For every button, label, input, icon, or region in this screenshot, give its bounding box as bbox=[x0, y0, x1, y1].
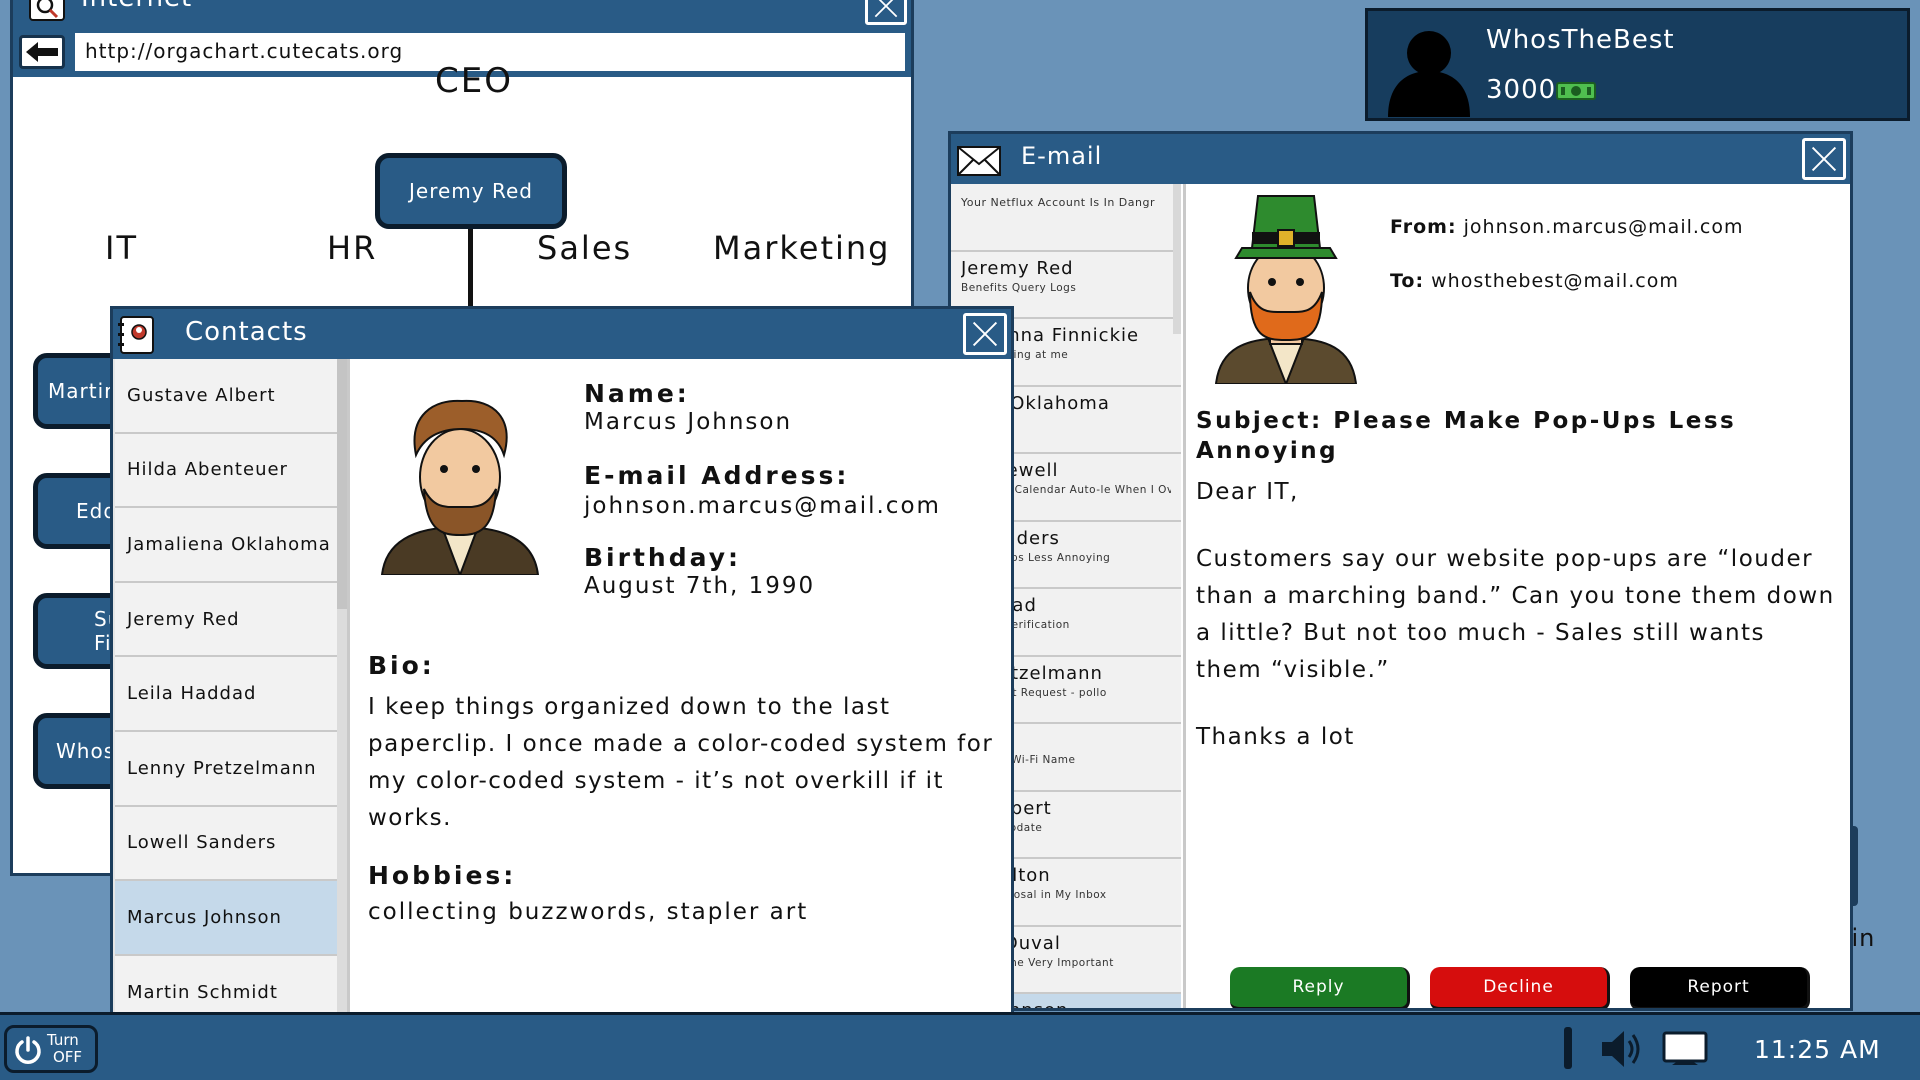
internet-title: Internet bbox=[81, 0, 192, 13]
off-label: OFF bbox=[53, 1048, 83, 1066]
email-greeting: Dear IT, bbox=[1196, 479, 1299, 505]
taskbar: Turn OFF 11:25 AM bbox=[0, 1012, 1920, 1080]
email-list-item[interactable]: Your Netflux Account Is In Dangr bbox=[951, 184, 1181, 252]
subject-label: Subject: bbox=[1196, 408, 1323, 434]
email-window: E-mail Your Netflux Account Is In Dangr … bbox=[948, 131, 1853, 1011]
from-address: johnson.marcus@mail.com bbox=[1463, 216, 1744, 238]
back-button[interactable] bbox=[19, 35, 65, 69]
email-label: E-mail Address: bbox=[584, 461, 850, 490]
email-body-pane: From: johnson.marcus@mail.com To: whosth… bbox=[1183, 184, 1850, 1008]
email-subject: Subject: Please Make Pop-Ups Less Annoyi… bbox=[1196, 406, 1776, 466]
internet-titlebar[interactable]: Internet bbox=[13, 0, 911, 29]
dept-sales: Sales bbox=[537, 229, 633, 267]
email-list-scrollbar[interactable] bbox=[1173, 184, 1181, 334]
contact-list: Gustave Albert Hilda Abenteuer Jamaliena… bbox=[113, 359, 339, 1013]
contact-item[interactable]: Gustave Albert bbox=[115, 359, 339, 434]
address-book-icon bbox=[118, 316, 154, 354]
report-button[interactable]: Report bbox=[1630, 967, 1810, 1008]
profile-card: WhosTheBest 3000 bbox=[1365, 8, 1910, 121]
contact-item[interactable]: Jeremy Red bbox=[115, 582, 339, 658]
clock: 11:25 AM bbox=[1754, 1035, 1881, 1064]
email-text: Dear IT, Customers say our website pop-u… bbox=[1196, 474, 1836, 756]
username: WhosTheBest bbox=[1486, 25, 1675, 55]
birthday-label: Birthday: bbox=[584, 543, 741, 572]
dept-hr: HR bbox=[327, 229, 378, 267]
contacts-titlebar[interactable]: Contacts bbox=[113, 309, 1011, 359]
email-signoff: Thanks a lot bbox=[1196, 724, 1355, 750]
contact-item[interactable]: Jamaliena Oklahoma bbox=[115, 508, 339, 583]
contact-item[interactable]: Leila Haddad bbox=[115, 657, 339, 732]
contact-birthday: August 7th, 1990 bbox=[584, 573, 816, 599]
contact-bio: I keep things organized down to the last… bbox=[368, 694, 994, 831]
email-to: To: whosthebest@mail.com bbox=[1390, 270, 1679, 292]
taskbar-divider bbox=[1564, 1027, 1572, 1069]
turn-off-label: Turn OFF bbox=[47, 1032, 82, 1066]
contact-photo bbox=[378, 393, 542, 578]
bio-label: Bio: bbox=[368, 651, 435, 680]
close-icon bbox=[874, 0, 898, 18]
decline-button[interactable]: Decline bbox=[1430, 967, 1610, 1008]
internet-close-button[interactable] bbox=[865, 0, 907, 25]
close-icon bbox=[1811, 146, 1837, 172]
email-item-subject: Benefits Query Logs bbox=[961, 281, 1077, 294]
turn-off-button[interactable]: Turn OFF bbox=[4, 1025, 98, 1073]
email-item-sender: Jeremy Red bbox=[961, 257, 1074, 279]
money-icon bbox=[1556, 82, 1596, 100]
email-body: Customers say our website pop-ups are “l… bbox=[1196, 546, 1835, 683]
contact-name: Marcus Johnson bbox=[584, 409, 793, 435]
from-label: From: bbox=[1390, 216, 1457, 238]
contacts-window: Contacts Gustave Albert Hilda Abenteuer … bbox=[110, 306, 1014, 1016]
contact-email: johnson.marcus@mail.com bbox=[584, 493, 941, 519]
dept-it: IT bbox=[105, 229, 138, 267]
scrollbar-thumb[interactable] bbox=[337, 359, 347, 609]
contact-list-scrollbar[interactable] bbox=[337, 359, 347, 1013]
to-address: whosthebest@mail.com bbox=[1431, 270, 1679, 292]
contact-item[interactable]: Lenny Pretzelmann bbox=[115, 731, 339, 807]
browser-icon bbox=[29, 0, 65, 21]
money-amount: 3000 bbox=[1486, 75, 1557, 105]
name-label: Name: bbox=[584, 379, 690, 408]
email-from: From: johnson.marcus@mail.com bbox=[1390, 216, 1744, 238]
turn-label: Turn bbox=[47, 1031, 79, 1049]
org-ceo-box[interactable]: Jeremy Red bbox=[375, 153, 567, 229]
screen-icon[interactable] bbox=[1662, 1031, 1708, 1067]
reply-button[interactable]: Reply bbox=[1230, 967, 1410, 1008]
close-icon bbox=[972, 321, 998, 347]
speaker-icon[interactable] bbox=[1598, 1027, 1642, 1071]
contact-hobbies: collecting buzzwords, stapler art bbox=[368, 899, 809, 925]
envelope-icon bbox=[957, 146, 1001, 176]
contact-item-selected[interactable]: Marcus Johnson bbox=[115, 881, 339, 956]
contact-item[interactable]: Hilda Abenteuer bbox=[115, 433, 339, 509]
hobbies-label: Hobbies: bbox=[368, 861, 517, 890]
sender-avatar bbox=[1206, 188, 1366, 387]
email-close-button[interactable] bbox=[1802, 138, 1846, 180]
email-title: E-mail bbox=[1021, 142, 1103, 170]
contact-detail-pane: Name: Marcus Johnson E-mail Address: joh… bbox=[347, 359, 1011, 1013]
contacts-title: Contacts bbox=[185, 317, 308, 347]
avatar bbox=[1380, 25, 1478, 117]
email-titlebar[interactable]: E-mail bbox=[951, 134, 1850, 184]
org-box-martin-label: Martir bbox=[48, 379, 114, 403]
dept-marketing: Marketing bbox=[713, 229, 891, 267]
org-ceo-label: CEO bbox=[435, 61, 513, 101]
to-label: To: bbox=[1390, 270, 1425, 292]
org-box-whos-label: Whos bbox=[56, 739, 116, 763]
contact-item[interactable]: Lowell Sanders bbox=[115, 806, 339, 882]
contact-item[interactable]: Martin Schmidt bbox=[115, 955, 339, 1013]
contacts-close-button[interactable] bbox=[963, 313, 1007, 355]
power-icon bbox=[15, 1036, 41, 1064]
back-arrow-icon bbox=[26, 42, 58, 62]
email-item-subject: Your Netflux Account Is In Dangr bbox=[961, 196, 1155, 209]
